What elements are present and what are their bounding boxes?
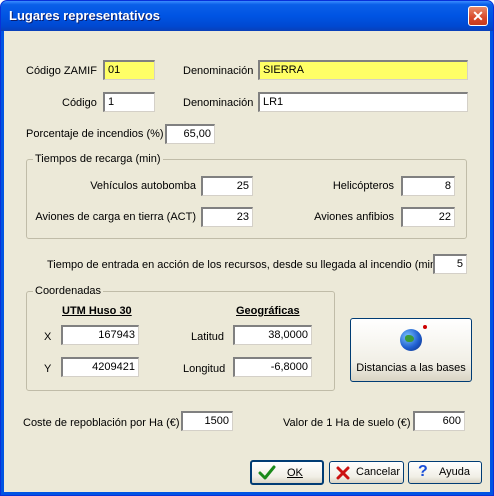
globe-icon bbox=[400, 329, 422, 351]
coste-label: Coste de repoblación por Ha (€) bbox=[23, 417, 180, 429]
title-bar: Lugares representativos ✕ bbox=[1, 1, 493, 31]
geo-header: Geográficas bbox=[236, 305, 300, 317]
denominacion1-label: Denominación bbox=[183, 65, 254, 77]
valor-label: Valor de 1 Ha de suelo (€) bbox=[283, 417, 411, 429]
codigo-label: Código bbox=[62, 97, 97, 109]
checkmark-icon bbox=[258, 465, 276, 480]
x-label: X bbox=[44, 331, 52, 343]
vehiculos-input[interactable]: 25 bbox=[201, 176, 253, 196]
entrada-input[interactable]: 5 bbox=[433, 254, 467, 274]
distancias-button-label: Distancias a las bases bbox=[356, 362, 466, 374]
denominacion2-label: Denominación bbox=[183, 97, 254, 109]
cancel-button-label: Cancelar bbox=[356, 466, 401, 478]
coste-input[interactable]: 1500 bbox=[181, 411, 233, 431]
recarga-legend: Tiempos de recarga (min) bbox=[33, 153, 163, 165]
dialog-window: Lugares representativos ✕ Código ZAMIF 0… bbox=[0, 0, 494, 496]
close-button[interactable]: ✕ bbox=[468, 6, 488, 26]
anfibios-label: Aviones anfibios bbox=[314, 211, 394, 223]
ok-button-label: OK bbox=[287, 467, 303, 479]
y-input[interactable]: 4209421 bbox=[61, 357, 139, 377]
dialog-body: Código ZAMIF 01 Denominación SIERRA Códi… bbox=[4, 31, 490, 492]
cancel-button[interactable]: Cancelar bbox=[329, 461, 404, 484]
codigo-zamif-input[interactable]: 01 bbox=[103, 60, 155, 80]
denominacion2-input[interactable]: LR1 bbox=[258, 92, 468, 112]
x-input[interactable]: 167943 bbox=[61, 325, 139, 345]
anfibios-input[interactable]: 22 bbox=[401, 207, 455, 227]
help-button[interactable]: ? Ayuda bbox=[408, 461, 482, 484]
question-mark-icon: ? bbox=[418, 463, 428, 480]
utm-header: UTM Huso 30 bbox=[62, 305, 132, 317]
help-button-label: Ayuda bbox=[439, 466, 470, 478]
cancel-x-icon bbox=[336, 466, 350, 480]
entrada-label: Tiempo de entrada en acción de los recur… bbox=[47, 259, 440, 271]
longitud-label: Longitud bbox=[183, 363, 226, 375]
helicopteros-input[interactable]: 8 bbox=[401, 176, 455, 196]
denominacion1-input[interactable]: SIERRA bbox=[258, 60, 468, 80]
vehiculos-label: Vehículos autobomba bbox=[90, 180, 196, 192]
globe-marker-icon bbox=[423, 325, 427, 329]
window-title: Lugares representativos bbox=[9, 8, 161, 23]
recarga-groupbox bbox=[26, 159, 467, 239]
latitud-label: Latitud bbox=[191, 331, 225, 343]
aviones-label: Aviones de carga en tierra (ACT) bbox=[35, 211, 196, 223]
distancias-button[interactable]: Distancias a las bases bbox=[350, 318, 472, 382]
codigo-input[interactable]: 1 bbox=[103, 92, 155, 112]
aviones-input[interactable]: 23 bbox=[201, 207, 253, 227]
codigo-zamif-label: Código ZAMIF bbox=[26, 65, 97, 77]
ok-button[interactable]: OK bbox=[250, 460, 324, 485]
y-label: Y bbox=[44, 363, 52, 375]
coordenadas-legend: Coordenadas bbox=[33, 285, 104, 297]
valor-input[interactable]: 600 bbox=[413, 411, 465, 431]
helicopteros-label: Helicópteros bbox=[332, 180, 394, 192]
longitud-input[interactable]: -6,8000 bbox=[233, 357, 312, 377]
porcentaje-input[interactable]: 65,00 bbox=[165, 124, 215, 144]
latitud-input[interactable]: 38,0000 bbox=[233, 325, 312, 345]
porcentaje-label: Porcentaje de incendios (%) bbox=[26, 128, 164, 140]
close-icon: ✕ bbox=[472, 8, 484, 24]
